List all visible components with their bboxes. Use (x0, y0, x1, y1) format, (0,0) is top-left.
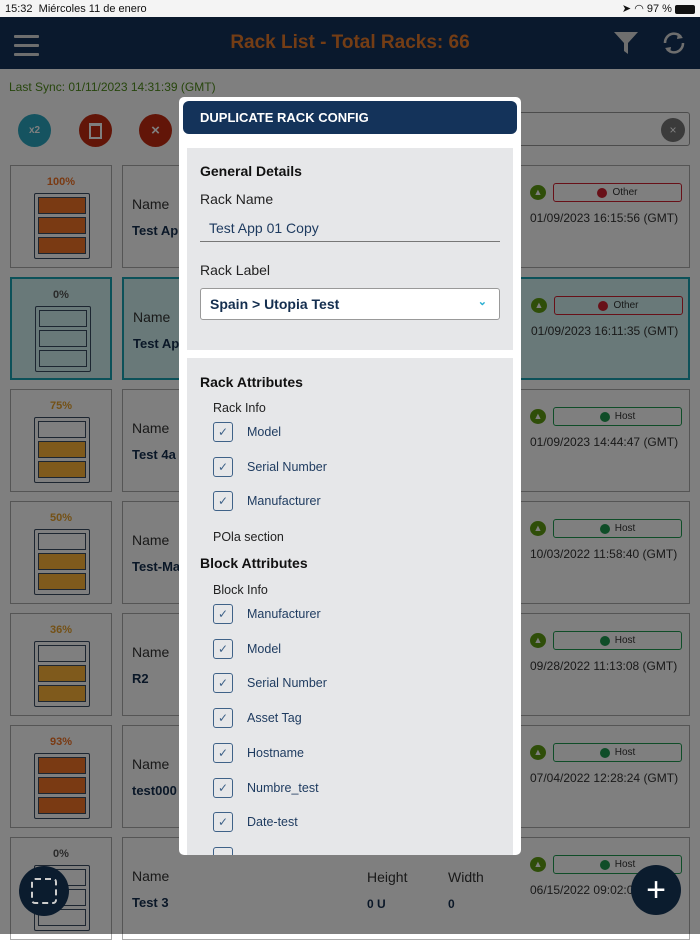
battery-icon (675, 4, 695, 14)
attribute-checkbox[interactable] (213, 847, 233, 855)
dialog-title: DUPLICATE RACK CONFIG (183, 101, 517, 134)
rack-label-value: Spain > Utopia Test (210, 296, 340, 312)
duplicate-rack-dialog: DUPLICATE RACK CONFIG General Details Ra… (179, 97, 521, 855)
status-time: 15:32 (5, 2, 33, 15)
checkmark-icon: ✓ (213, 777, 233, 798)
attribute-checkbox[interactable]: ✓ Hostname (213, 742, 304, 763)
status-date: Miércoles 11 de enero (38, 2, 147, 15)
group-label: POla section (213, 530, 284, 544)
rack-label-select[interactable]: Spain > Utopia Test ⌄ (200, 288, 500, 320)
section-heading: Block Attributes (200, 555, 308, 571)
checkbox-partial (213, 847, 233, 855)
add-rack-button[interactable]: + (631, 865, 681, 915)
checkmark-icon: ✓ (213, 638, 233, 659)
attribute-label: Manufacturer (247, 607, 321, 621)
attribute-label: Numbre_test (247, 780, 319, 795)
scan-icon (31, 878, 57, 904)
checkmark-icon: ✓ (213, 604, 233, 624)
chevron-down-icon: ⌄ (477, 296, 487, 308)
section-heading: General Details (200, 163, 302, 179)
attribute-checkbox[interactable]: ✓ Manufacturer (213, 491, 321, 511)
group-label: Block Info (213, 583, 268, 597)
attribute-checkbox[interactable]: ✓ Asset Tag (213, 708, 302, 729)
checkmark-icon: ✓ (213, 812, 233, 833)
attribute-checkbox[interactable]: ✓ Model (213, 638, 282, 659)
attribute-checkbox[interactable]: ✓ Numbre_test (213, 777, 319, 798)
checkmark-icon: ✓ (213, 491, 233, 511)
attribute-checkbox[interactable]: ✓ Serial Number (213, 456, 327, 477)
general-details-section: General Details Rack Name Test App 01 Co… (187, 148, 513, 350)
attribute-label: Date-test (247, 815, 298, 830)
attribute-label: Serial Number (247, 676, 327, 691)
attribute-label: Model (247, 641, 282, 656)
battery-percent: 97 % (646, 3, 672, 15)
attribute-label: Serial Number (247, 459, 327, 474)
attribute-checkbox[interactable]: ✓ Model (213, 422, 281, 442)
rack-label-label: Rack Label (200, 262, 271, 278)
rack-name-label: Rack Name (200, 191, 274, 207)
scan-button[interactable] (19, 866, 69, 916)
attribute-label: Asset Tag (247, 711, 302, 726)
attribute-checkbox[interactable]: ✓ Date-test (213, 812, 298, 833)
attributes-section: Rack Attributes Rack Info POla section B… (187, 358, 513, 855)
rack-name-input[interactable]: Test App 01 Copy (200, 220, 500, 242)
checkmark-icon: ✓ (213, 742, 233, 763)
checkmark-icon: ✓ (213, 456, 233, 477)
checkmark-icon: ✓ (213, 708, 233, 729)
attribute-label: Hostname (247, 745, 304, 760)
attribute-label: Model (247, 425, 282, 439)
attribute-label: Manufacturer (247, 494, 321, 508)
checkmark-icon: ✓ (213, 673, 233, 694)
attribute-checkbox[interactable]: ✓ Serial Number (213, 673, 327, 694)
status-bar: 15:32 Miércoles 11 de enero ➤ ◠ 97 % (0, 0, 700, 17)
location-icon: ➤ (621, 3, 632, 15)
attribute-checkbox[interactable]: ✓ Manufacturer (213, 604, 321, 624)
checkmark-icon: ✓ (213, 422, 233, 442)
wifi-icon: ◠ (634, 3, 644, 15)
group-label: Rack Info (213, 401, 266, 415)
section-heading: Rack Attributes (200, 374, 303, 390)
